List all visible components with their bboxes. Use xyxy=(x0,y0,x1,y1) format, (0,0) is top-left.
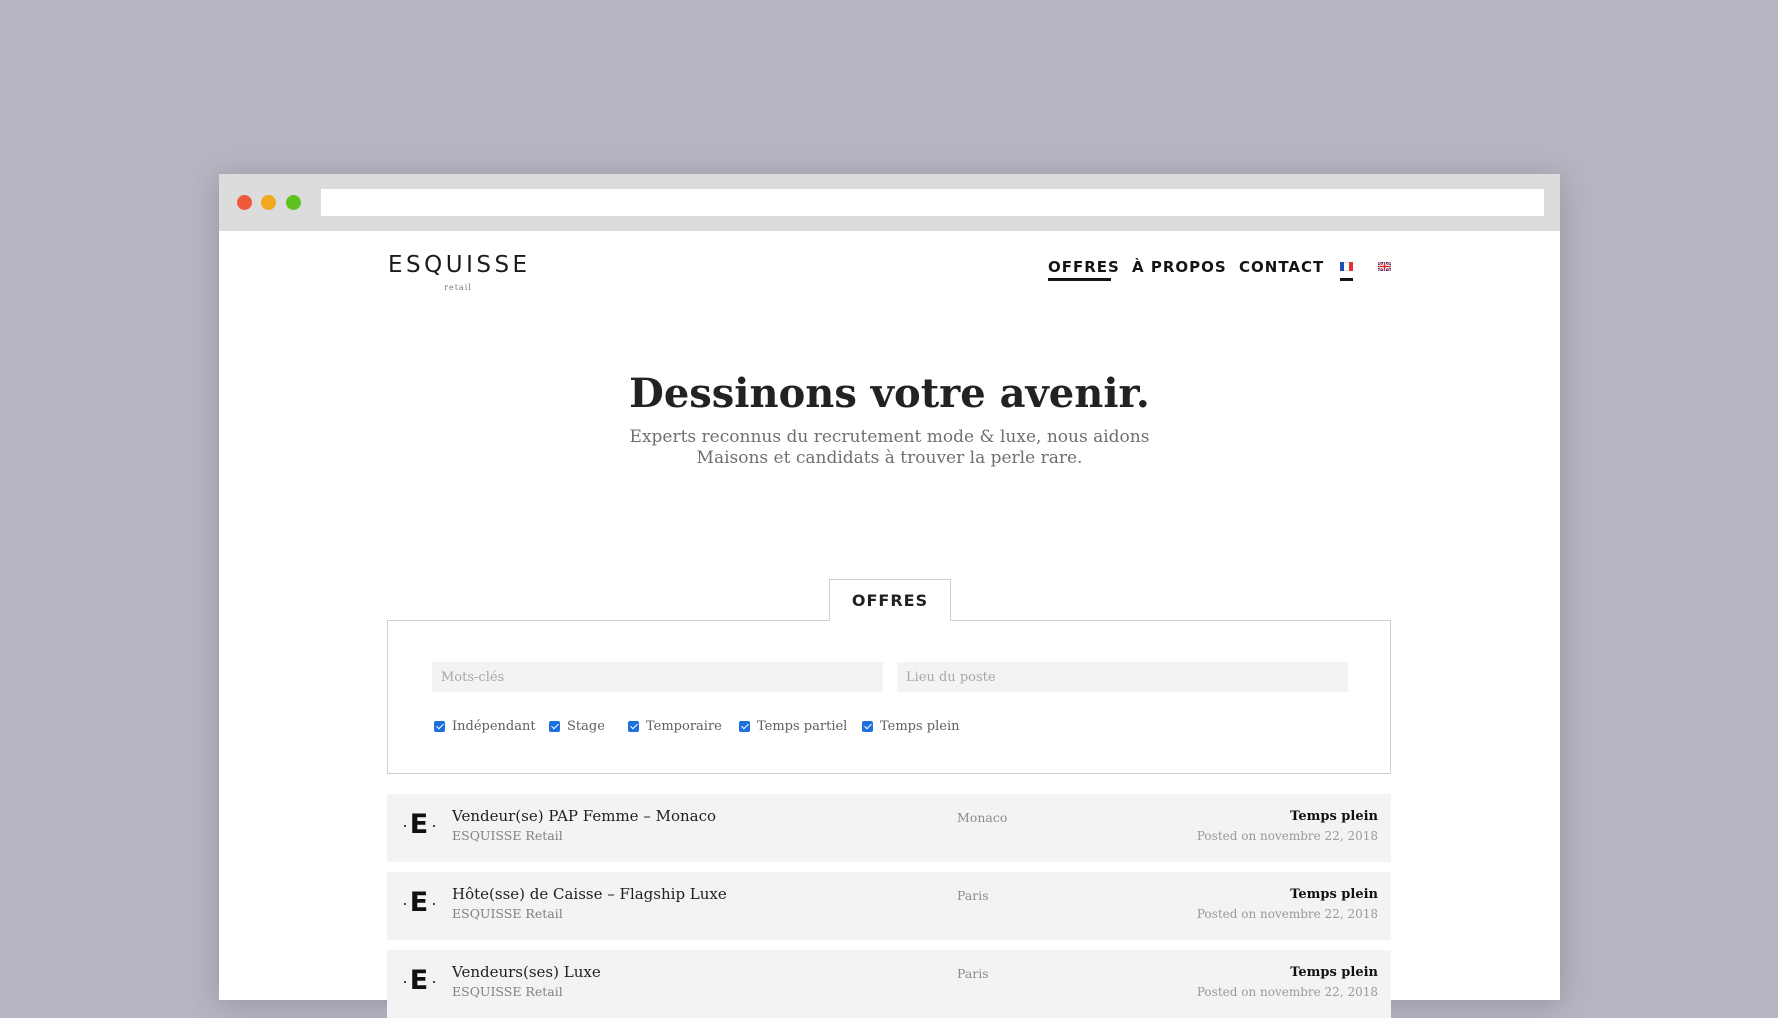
job-title[interactable]: Hôte(sse) de Caisse – Flagship Luxe xyxy=(452,885,727,903)
job-date: Posted on novembre 22, 2018 xyxy=(1196,829,1378,843)
job-listing-row[interactable]: E Vendeur(se) PAP Femme – Monaco ESQUISS… xyxy=(387,794,1391,862)
filter-temporaire[interactable]: Temporaire xyxy=(628,719,722,734)
job-location: Paris xyxy=(957,966,989,981)
filter-label: Temps partiel xyxy=(757,719,848,734)
filter-label: Temporaire xyxy=(646,719,722,734)
job-company: ESQUISSE Retail xyxy=(452,984,563,999)
checkbox-checked-icon[interactable] xyxy=(434,721,445,732)
maximize-window-dot[interactable] xyxy=(286,195,301,210)
location-input[interactable] xyxy=(897,662,1348,692)
checkbox-checked-icon[interactable] xyxy=(549,721,560,732)
filter-independant[interactable]: Indépendant xyxy=(434,719,536,734)
job-date: Posted on novembre 22, 2018 xyxy=(1196,985,1378,999)
logo[interactable]: ESQUISSE xyxy=(388,252,528,278)
checkbox-checked-icon[interactable] xyxy=(862,721,873,732)
keywords-input[interactable] xyxy=(432,662,883,692)
filter-label: Indépendant xyxy=(452,719,536,734)
job-company: ESQUISSE Retail xyxy=(452,906,563,921)
close-window-dot[interactable] xyxy=(237,195,252,210)
job-listing-row[interactable]: E Vendeurs(ses) Luxe ESQUISSE Retail Par… xyxy=(387,950,1391,1018)
job-type: Temps plein xyxy=(1290,965,1378,980)
company-logo-icon: E xyxy=(404,967,435,995)
minimize-window-dot[interactable] xyxy=(261,195,276,210)
checkbox-checked-icon[interactable] xyxy=(628,721,639,732)
job-listing-row[interactable]: E Hôte(sse) de Caisse – Flagship Luxe ES… xyxy=(387,872,1391,940)
filter-temps-plein[interactable]: Temps plein xyxy=(862,719,960,734)
filter-label: Temps plein xyxy=(880,719,960,734)
job-company: ESQUISSE Retail xyxy=(452,828,563,843)
job-title[interactable]: Vendeur(se) PAP Femme – Monaco xyxy=(452,807,716,825)
address-bar[interactable] xyxy=(321,189,1544,216)
lang-active-underline xyxy=(1340,278,1353,281)
job-location: Paris xyxy=(957,888,989,903)
company-logo-icon: E xyxy=(404,889,435,917)
job-title[interactable]: Vendeurs(ses) Luxe xyxy=(452,963,601,981)
job-date: Posted on novembre 22, 2018 xyxy=(1196,907,1378,921)
checkbox-checked-icon[interactable] xyxy=(739,721,750,732)
browser-chrome xyxy=(219,174,1560,231)
hero-subtitle-line2: Maisons et candidats à trouver la perle … xyxy=(696,448,1083,468)
nav-item-offres[interactable]: OFFRES xyxy=(1048,258,1120,276)
tab-offres[interactable]: OFFRES xyxy=(829,579,951,621)
job-location: Monaco xyxy=(957,810,1008,825)
hero-subtitle: Experts reconnus du recrutement mode & l… xyxy=(219,427,1560,469)
filter-temps-partiel[interactable]: Temps partiel xyxy=(739,719,847,734)
filter-stage[interactable]: Stage xyxy=(549,719,605,734)
company-logo-icon: E xyxy=(404,811,435,839)
nav-item-contact[interactable]: CONTACT xyxy=(1239,258,1324,276)
hero-title: Dessinons votre avenir. xyxy=(629,370,1150,417)
filter-label: Stage xyxy=(567,719,605,734)
job-type: Temps plein xyxy=(1290,809,1378,824)
hero-subtitle-line1: Experts reconnus du recrutement mode & l… xyxy=(629,427,1150,447)
job-type: Temps plein xyxy=(1290,887,1378,902)
nav-active-underline xyxy=(1048,278,1111,281)
flag-uk-icon[interactable] xyxy=(1378,262,1391,271)
flag-fr-icon[interactable] xyxy=(1340,262,1353,271)
logo-tagline: retail xyxy=(444,283,472,292)
filter-panel: Indépendant Stage Temporaire Temps parti… xyxy=(387,620,1391,774)
nav-item-a-propos[interactable]: À PROPOS xyxy=(1132,258,1227,276)
